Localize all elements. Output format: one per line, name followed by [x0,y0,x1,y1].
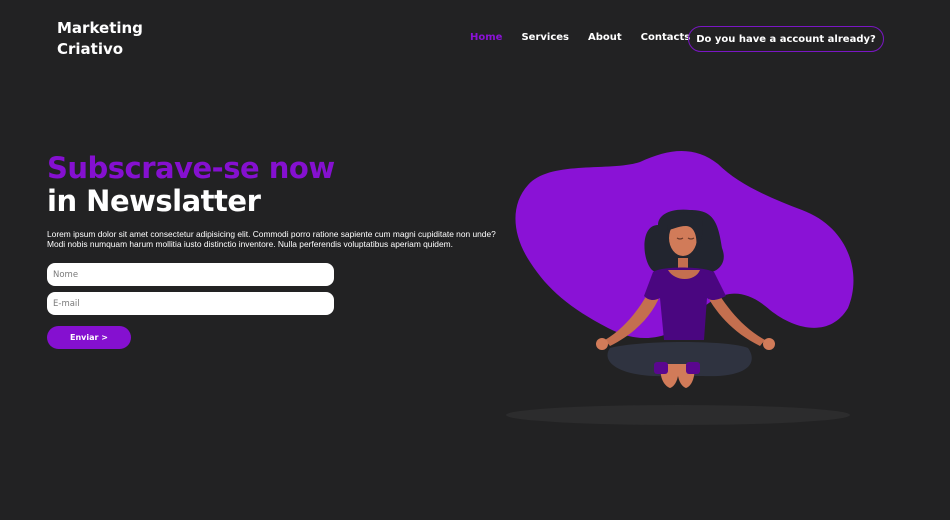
floor-shadow [506,405,850,425]
nav-services[interactable]: Services [521,32,569,43]
name-input[interactable] [47,263,334,286]
main-nav: Home Services About Contacts [470,32,690,43]
landing-page: Marketing Criativo Home Services About C… [0,0,950,520]
submit-button[interactable]: Enviar > [47,326,131,349]
account-button[interactable]: Do you have a account already? [688,26,884,52]
logo[interactable]: Marketing Criativo [57,18,143,60]
logo-line2: Criativo [57,40,124,58]
email-input[interactable] [47,292,334,315]
hero-title-line2: in Newslatter [47,184,261,218]
nav-about[interactable]: About [588,32,622,43]
nav-contacts[interactable]: Contacts [641,32,691,43]
meditation-illustration [506,151,854,425]
logo-line1: Marketing [57,19,143,37]
nav-home[interactable]: Home [470,32,502,43]
hero-title-line1: Subscrave-se now [47,151,335,185]
hero-title: Subscrave-se now in Newslatter [47,152,335,218]
hero-description: Lorem ipsum dolor sit amet consectetur a… [47,229,496,249]
